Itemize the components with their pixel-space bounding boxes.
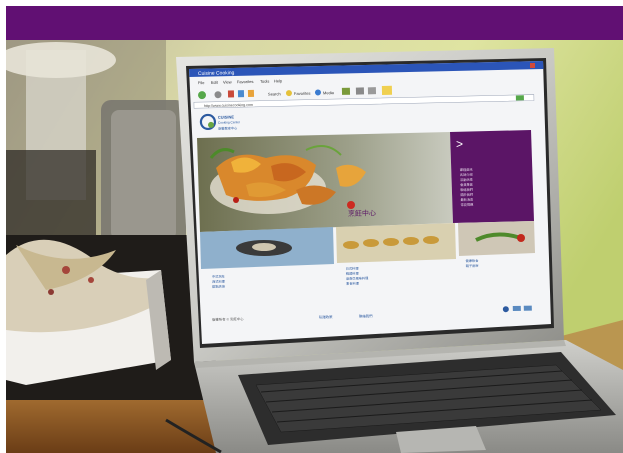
side-link-8[interactable]: 常見問題: [460, 202, 474, 207]
col2-link-3[interactable]: 東南亞風味料理: [346, 275, 369, 281]
col1-link-3[interactable]: 甜點烘焙: [212, 284, 226, 289]
close-icon[interactable]: [530, 63, 535, 68]
home-icon[interactable]: [247, 89, 255, 98]
footer-link-2[interactable]: 聯絡我們: [359, 313, 373, 318]
menu-edit[interactable]: Edit: [211, 80, 219, 85]
photo-frame: Cuisine Cooking File Edit View Favorites…: [0, 0, 623, 453]
side-arrow[interactable]: >: [456, 137, 463, 151]
col2-link-2[interactable]: 韓國料理: [346, 271, 360, 276]
refresh-icon[interactable]: [237, 90, 245, 98]
col1-link-2[interactable]: 西式料理: [212, 279, 226, 284]
logo-line1: CUISINE: [218, 114, 235, 119]
top-banner: [6, 6, 623, 40]
mail-icon[interactable]: [355, 87, 365, 95]
side-link-6[interactable]: 關於我們: [460, 192, 473, 197]
col2-link-4[interactable]: 素食料理: [346, 281, 360, 286]
history-icon[interactable]: [341, 87, 351, 95]
go-button[interactable]: [515, 95, 524, 101]
menu-favorites[interactable]: Favorites: [237, 79, 254, 84]
side-link-7[interactable]: 最新消息: [460, 197, 473, 202]
browser-title: Cuisine Cooking: [198, 70, 235, 77]
side-link-4[interactable]: 會員專區: [460, 182, 473, 187]
photo-canvas: Cuisine Cooking File Edit View Favorites…: [6, 40, 623, 453]
menu-file[interactable]: File: [198, 80, 205, 85]
print-icon[interactable]: [367, 87, 377, 95]
side-link-3[interactable]: 活動消息: [460, 177, 473, 182]
col1-link-1[interactable]: 中式烹飪: [212, 274, 226, 279]
menu-tools[interactable]: Tools: [260, 79, 269, 84]
folder-icon[interactable]: [381, 85, 393, 96]
col3-link-1[interactable]: 健康飲食: [466, 258, 480, 263]
logo-line2: Cooking Center: [218, 120, 241, 125]
col2-link-1[interactable]: 日式料理: [346, 266, 360, 271]
side-link-1[interactable]: 課程資訊: [460, 167, 474, 172]
favorites-button[interactable]: Favorites: [294, 91, 311, 96]
footer-link-1[interactable]: 私隱政策: [319, 314, 333, 319]
search-button[interactable]: Search: [268, 91, 281, 96]
side-link-5[interactable]: 聯絡我們: [460, 187, 473, 192]
footer-text: 版權所有 © 烹飪中心: [212, 316, 244, 322]
menu-view[interactable]: View: [223, 79, 232, 84]
footer-badge-2: [523, 305, 532, 311]
col3-link-2[interactable]: 親子廚房: [466, 263, 479, 268]
side-link-2[interactable]: 名師介紹: [460, 172, 473, 177]
menu-help[interactable]: Help: [274, 78, 283, 83]
logo-cn: 廚藝教室中心: [218, 125, 238, 130]
media-button[interactable]: Media: [323, 90, 335, 95]
footer-badge-1: [512, 305, 521, 312]
stop-icon[interactable]: [227, 90, 235, 98]
browser-window: Cuisine Cooking File Edit View Favorites…: [189, 61, 551, 344]
laptop-photo: Cuisine Cooking File Edit View Favorites…: [6, 40, 623, 453]
